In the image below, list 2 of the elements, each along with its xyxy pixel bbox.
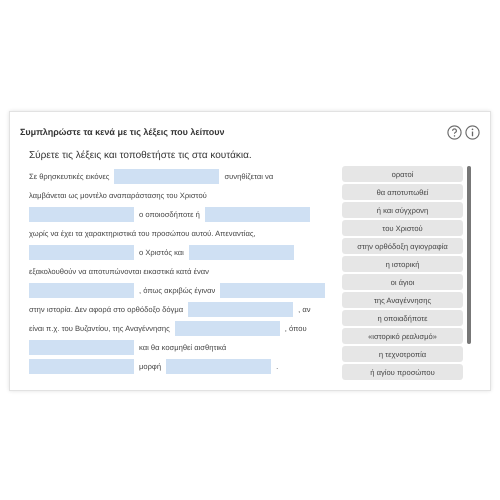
- exercise-title: Συμπληρώστε τα κενά με τις λέξεις που λείπουν: [20, 127, 224, 137]
- instruction-text: Σύρετε τις λέξεις και τοποθετήστε τις στα κουτάκια.: [29, 150, 253, 161]
